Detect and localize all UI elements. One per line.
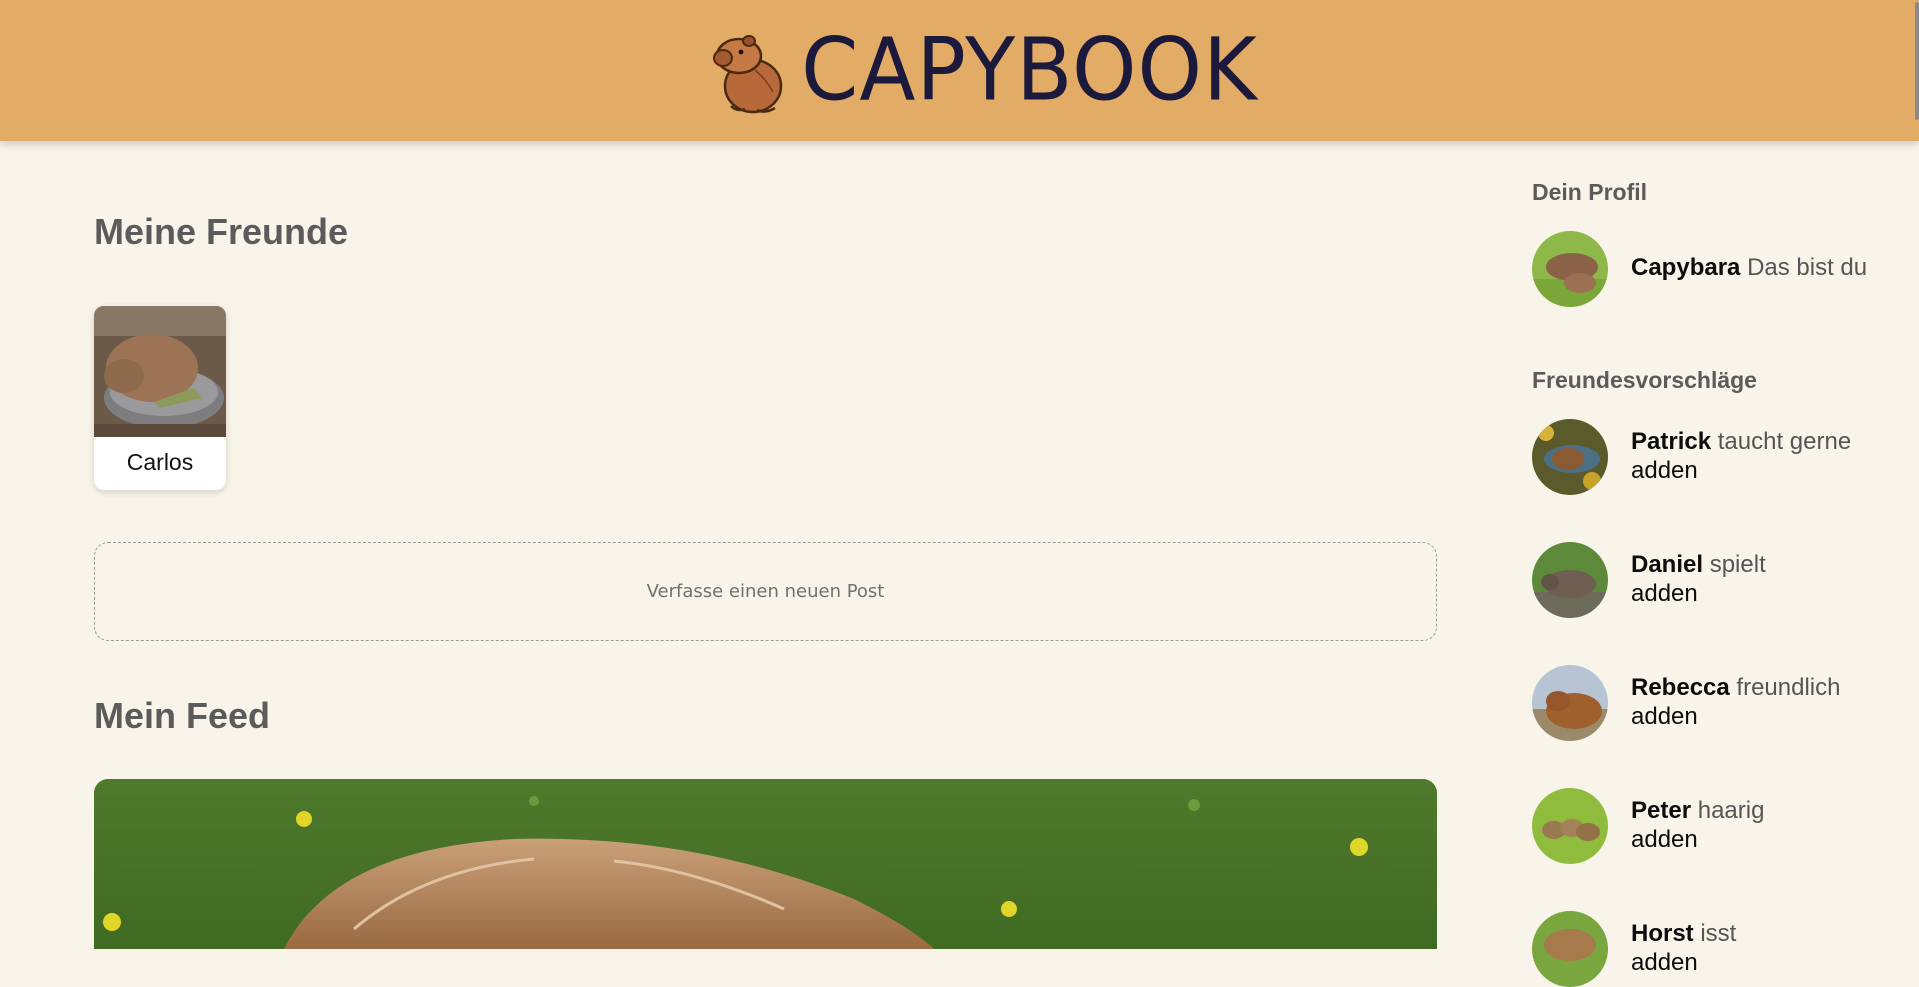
profile-card[interactable]: Capybara Das bist du xyxy=(1532,231,1912,307)
suggestion-description: isst xyxy=(1700,920,1737,947)
suggestion-item-peter: Peter haarig adden xyxy=(1532,788,1912,864)
suggestion-item-horst: Horst isst adden xyxy=(1532,911,1912,987)
suggestion-text: Rebecca freundlich adden xyxy=(1631,673,1840,731)
add-friend-button[interactable]: adden xyxy=(1631,456,1851,485)
suggestion-name: Horst xyxy=(1631,920,1694,947)
suggestions-heading: Freundesvorschläge xyxy=(1532,367,1757,393)
suggestion-text: Horst isst adden xyxy=(1631,919,1736,977)
capybara-in-bowl-photo xyxy=(94,306,226,437)
suggestion-name: Peter xyxy=(1631,797,1692,824)
suggestion-item-daniel: Daniel spielt adden xyxy=(1532,542,1912,618)
suggestion-item-patrick: Patrick taucht gerne adden xyxy=(1532,419,1912,495)
app-title: CAPYBOOK xyxy=(801,20,1258,120)
suggestion-avatar[interactable] xyxy=(1532,911,1608,987)
friends-heading: Meine Freunde xyxy=(94,211,349,252)
add-friend-button[interactable]: adden xyxy=(1631,825,1764,854)
profile-description: Das bist du xyxy=(1747,254,1868,281)
profile-avatar xyxy=(1532,231,1608,307)
suggestion-avatar[interactable] xyxy=(1532,542,1608,618)
suggestion-description: freundlich xyxy=(1736,674,1841,701)
profile-text: Capybara Das bist du xyxy=(1631,253,1867,282)
sidebar: Dein Profil Capybara Das bist du Freunde… xyxy=(1532,141,1919,987)
suggestion-text: Patrick taucht gerne adden xyxy=(1631,427,1851,485)
suggestion-description: taucht gerne xyxy=(1717,428,1852,455)
suggestion-avatar[interactable] xyxy=(1532,419,1608,495)
capybara-on-grass-photo xyxy=(94,779,1437,949)
friend-card-carlos[interactable]: Carlos xyxy=(94,306,226,490)
profile-heading: Dein Profil xyxy=(1532,179,1648,205)
suggestion-item-rebecca: Rebecca freundlich adden xyxy=(1532,665,1912,741)
suggestion-name: Rebecca xyxy=(1631,674,1730,701)
suggestion-name: Patrick xyxy=(1631,428,1712,455)
friend-name: Carlos xyxy=(126,449,194,475)
suggestion-name: Daniel xyxy=(1631,551,1704,578)
suggestion-avatar[interactable] xyxy=(1532,788,1608,864)
feed-post[interactable] xyxy=(94,779,1437,949)
add-friend-button[interactable]: adden xyxy=(1631,702,1840,731)
suggestion-text: Daniel spielt adden xyxy=(1631,550,1766,608)
feed-heading: Mein Feed xyxy=(94,695,271,736)
suggestion-description: spielt xyxy=(1709,551,1766,578)
add-friend-button[interactable]: adden xyxy=(1631,579,1766,608)
add-friend-button[interactable]: adden xyxy=(1631,948,1736,977)
main-content: Meine Freunde Carlos Verfasse einen neue… xyxy=(94,141,1439,949)
capybara-logo-icon xyxy=(713,34,783,113)
new-post-composer[interactable]: Verfasse einen neuen Post xyxy=(94,542,1437,641)
scrollbar-thumb[interactable] xyxy=(1915,2,1919,120)
app-header: CAPYBOOK xyxy=(0,0,1919,141)
suggestion-avatar[interactable] xyxy=(1532,665,1608,741)
brand[interactable]: CAPYBOOK xyxy=(709,26,1258,116)
profile-name: Capybara xyxy=(1631,254,1741,281)
suggestion-description: haarig xyxy=(1697,797,1765,824)
suggestion-text: Peter haarig adden xyxy=(1631,796,1764,854)
